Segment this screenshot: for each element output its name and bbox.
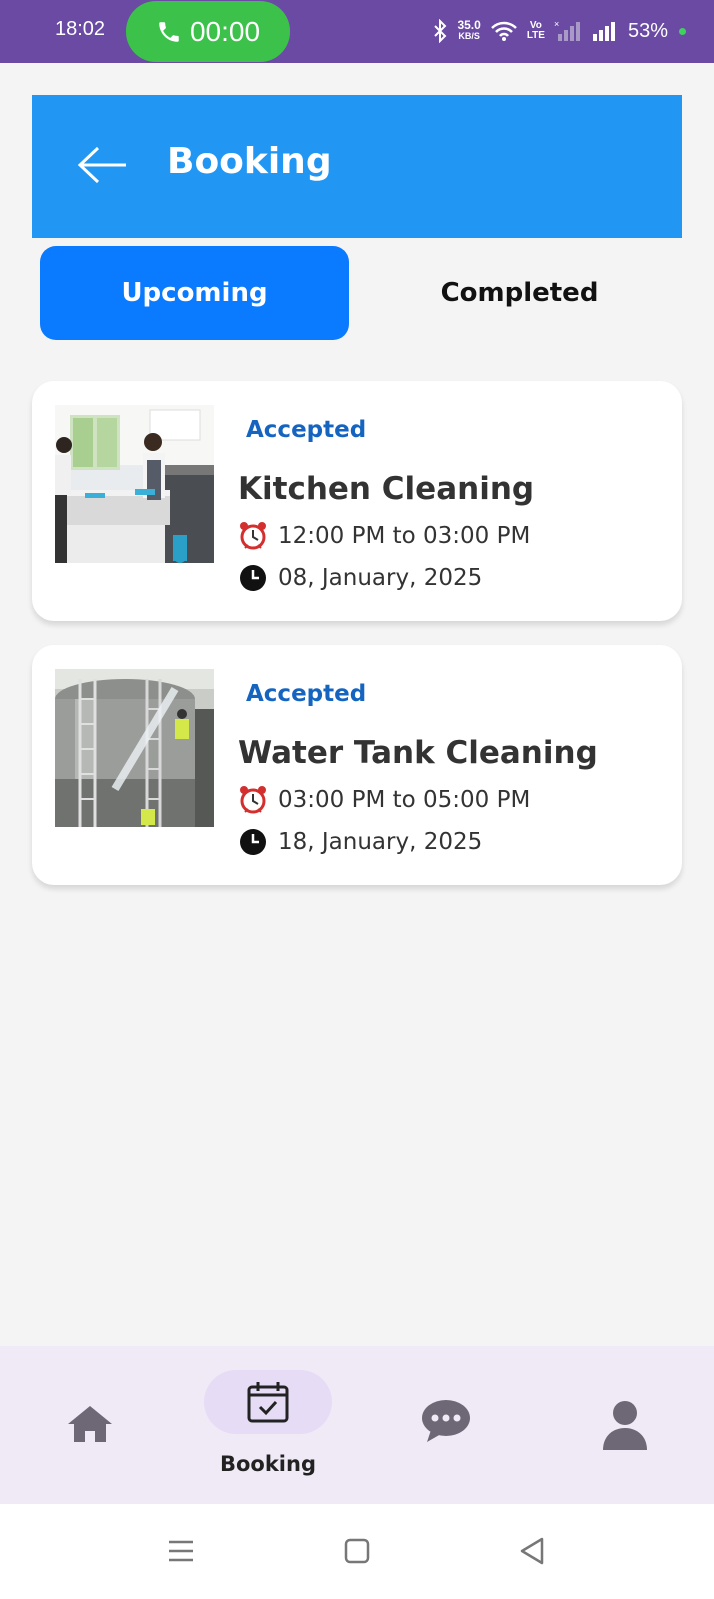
home-button-icon[interactable] — [340, 1534, 374, 1568]
nav-chat[interactable] — [396, 1346, 496, 1504]
nav-booking-indicator — [204, 1370, 332, 1434]
ongoing-call-pill[interactable]: 00:00 — [126, 1, 290, 62]
network-speed-unit: KB/S — [458, 31, 480, 41]
kitchen-cleaning-image — [55, 405, 214, 563]
battery-level: 53% — [627, 19, 668, 42]
nav-home[interactable] — [40, 1346, 140, 1504]
booking-card[interactable]: Accepted Water Tank Cleaning 03:00 PM to… — [32, 645, 682, 885]
app-header: Booking — [32, 95, 682, 238]
booking-time-row: 03:00 PM to 05:00 PM — [238, 785, 530, 815]
charging-dot — [679, 27, 686, 35]
nav-booking[interactable]: Booking — [200, 1346, 336, 1504]
booking-title: Water Tank Cleaning — [238, 735, 598, 771]
volte-bottom: LTE — [526, 30, 545, 41]
booking-title: Kitchen Cleaning — [238, 471, 535, 507]
system-back-icon[interactable] — [516, 1534, 550, 1568]
status-bar: 18:02 00:00 35.0 KB/S Vo LTE × 53% — [0, 0, 714, 63]
profile-icon — [603, 1401, 647, 1450]
alarm-clock-icon — [240, 786, 266, 814]
booking-date: 08, January, 2025 — [278, 565, 483, 591]
booking-time-row: 12:00 PM to 03:00 PM — [238, 521, 530, 551]
tab-upcoming[interactable]: Upcoming — [40, 246, 349, 340]
calendar-check-icon — [247, 1382, 289, 1423]
back-button[interactable] — [76, 145, 128, 185]
clock-icon — [240, 829, 266, 855]
nav-profile[interactable] — [575, 1346, 675, 1504]
bottom-navigation: Booking — [0, 1346, 714, 1504]
tab-completed[interactable]: Completed — [365, 246, 674, 340]
booking-status: Accepted — [246, 681, 367, 707]
water-tank-cleaning-image — [55, 669, 214, 827]
booking-time: 12:00 PM to 03:00 PM — [278, 523, 531, 549]
network-speed: 35.0 KB/S — [457, 18, 481, 42]
call-duration: 00:00 — [189, 15, 261, 47]
booking-date-row: 18, January, 2025 — [238, 827, 482, 857]
system-navigation-bar — [0, 1504, 714, 1599]
signal-sim2-icon — [592, 22, 615, 41]
chat-icon — [422, 1400, 470, 1442]
clock-icon — [240, 565, 266, 591]
wifi-icon — [490, 21, 517, 41]
booking-status: Accepted — [246, 417, 367, 443]
booking-time: 03:00 PM to 05:00 PM — [278, 787, 531, 813]
recent-apps-icon[interactable] — [164, 1534, 198, 1568]
volte-indicator: Vo LTE — [527, 21, 545, 41]
home-icon — [68, 1406, 112, 1442]
back-arrow-icon — [77, 146, 126, 184]
status-time: 18:02 — [55, 18, 106, 40]
phone-icon — [159, 21, 179, 42]
booking-date-row: 08, January, 2025 — [238, 563, 482, 593]
page-title: Booking — [167, 141, 332, 182]
booking-card[interactable]: Accepted Kitchen Cleaning 12:00 PM to 03… — [32, 381, 682, 621]
booking-date: 18, January, 2025 — [278, 829, 483, 855]
svg-text:×: × — [554, 20, 559, 29]
network-speed-value: 35.0 — [457, 18, 481, 32]
nav-booking-label: Booking — [219, 1452, 316, 1476]
bluetooth-icon — [434, 19, 447, 43]
signal-sim1-icon: × — [554, 20, 580, 41]
status-icons: 35.0 KB/S Vo LTE × 53% — [432, 14, 686, 48]
alarm-clock-icon — [240, 522, 266, 550]
